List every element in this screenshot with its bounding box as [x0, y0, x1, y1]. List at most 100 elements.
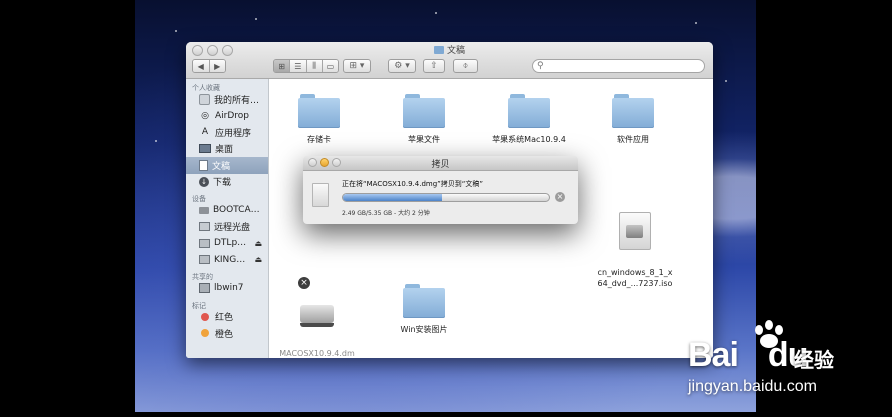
file-name: 软件应用 [617, 135, 649, 144]
folder-icon [403, 92, 445, 128]
sidebar-section-favorites: 个人收藏 [192, 84, 220, 92]
copy-status: 2.49 GB/5.35 GB - 大约 2 分钟 [342, 210, 430, 217]
file-item-mac-system[interactable]: 苹果系统Mac10.9.4 [485, 92, 573, 145]
icon-view-button[interactable]: ⊞ [274, 60, 291, 72]
window-titlebar: 文稿 ◀ ▶ ⊞ ☰ ⫼ ▭ ⊞ ▾ ⚙ ▾ ⇧ ⌽ ⚲ [186, 42, 713, 79]
disk-icon [199, 206, 209, 214]
sidebar-item-label: 橙色 [215, 329, 234, 340]
sidebar-item-tag-red[interactable]: 红色 [186, 309, 268, 326]
usb-drive-icon [199, 238, 210, 248]
back-forward-control: ◀ ▶ [192, 59, 226, 73]
downloads-icon: ↓ [199, 176, 209, 187]
arrange-button[interactable]: ⊞ ▾ [343, 59, 371, 73]
file-item-software[interactable]: 软件应用 [598, 92, 668, 145]
sidebar-item-label: AirDrop [215, 110, 250, 121]
sidebar-item-label: 应用程序 [215, 128, 252, 139]
folder-icon [508, 92, 550, 128]
copy-progress-dialog: 拷贝 正在将“MACOSX10.9.4.dmg”拷贝到“文稿” × 2.49 G… [303, 156, 578, 224]
applications-icon: A [201, 127, 209, 138]
sidebar: 个人收藏 我的所有… ◎ AirDrop A 应用程序 桌面 文稿 ↓ 下载 设备 B… [186, 79, 269, 358]
optical-disk-icon [199, 222, 210, 232]
drive-icon [299, 295, 335, 331]
search-input[interactable]: ⚲ [532, 59, 705, 73]
sidebar-item-label: KING… [214, 254, 246, 265]
progress-bar [342, 193, 550, 202]
forward-button[interactable]: ▶ [209, 60, 225, 72]
eject-icon[interactable]: ⏏ [254, 255, 262, 264]
sidebar-item-label: 我的所有… [214, 95, 260, 106]
file-item-win-images[interactable]: Win安装图片 [387, 282, 461, 335]
cover-flow-button[interactable]: ▭ [322, 60, 338, 72]
file-name: 苹果系统Mac10.9.4 [492, 135, 566, 144]
sidebar-item-applications[interactable]: A 应用程序 [186, 124, 268, 141]
back-button[interactable]: ◀ [193, 60, 210, 72]
file-name: MACOSX10.9.4.dm g [279, 349, 355, 358]
column-view-button[interactable]: ⫼ [306, 60, 323, 72]
disk-image-icon [619, 212, 651, 250]
sidebar-item-downloads[interactable]: ↓ 下载 [186, 174, 268, 191]
sidebar-item-label: 远程光盘 [214, 223, 251, 234]
file-item-apple-files[interactable]: 苹果文件 [389, 92, 459, 145]
sidebar-item-king-drive[interactable]: KING… ⏏ [186, 252, 268, 269]
action-gear-button[interactable]: ⚙ ▾ [388, 59, 416, 73]
view-mode-control: ⊞ ☰ ⫼ ▭ [273, 59, 339, 73]
folder-icon [298, 92, 340, 128]
sidebar-item-label: 桌面 [215, 145, 234, 156]
sidebar-item-tag-orange[interactable]: 橙色 [186, 325, 268, 342]
file-icon [312, 183, 329, 207]
sidebar-item-all-files[interactable]: 我的所有… [186, 91, 268, 108]
share-button[interactable]: ⇧ [423, 59, 445, 73]
watermark-cn: 经验 [794, 348, 834, 372]
sidebar-section-shared: 共享的 [192, 273, 213, 281]
file-item-storage-card[interactable]: 存储卡 [289, 92, 349, 145]
file-name: 存储卡 [307, 135, 331, 144]
stop-copy-icon[interactable]: × [555, 192, 565, 202]
sidebar-item-label: BOOTCA… [213, 205, 260, 216]
copy-message: 正在将“MACOSX10.9.4.dmg”拷贝到“文稿” [342, 180, 484, 188]
sidebar-item-airdrop[interactable]: ◎ AirDrop [186, 108, 268, 125]
all-files-icon [199, 93, 210, 105]
sidebar-item-label: 红色 [215, 313, 234, 324]
folder-icon [433, 46, 444, 54]
airdrop-icon: ◎ [201, 110, 209, 121]
red-tag-icon [199, 311, 211, 322]
sidebar-item-documents[interactable]: 文稿 [186, 157, 268, 174]
file-item-macosx-dmg[interactable]: MACOSX10.9.4.dm g [272, 284, 362, 358]
folder-icon [612, 92, 654, 128]
desktop-icon [199, 144, 211, 154]
documents-icon [199, 159, 208, 171]
sidebar-item-bootcamp[interactable]: BOOTCA… [186, 202, 268, 219]
sidebar-section-devices: 设备 [192, 195, 206, 203]
file-name: cn_windows_8_1_x 64_dvd_...7237.iso [597, 268, 673, 288]
sidebar-item-dtl-drive[interactable]: DTLp… ⏏ [186, 235, 268, 252]
sidebar-item-remote-disc[interactable]: 远程光盘 [186, 219, 268, 236]
orange-tag-icon [199, 328, 211, 339]
window-title-text: 文稿 [446, 46, 465, 56]
sidebar-item-lbwin7[interactable]: lbwin7 [186, 280, 268, 297]
file-name: Win安装图片 [400, 325, 448, 334]
watermark-brand-bai: Bai [688, 336, 739, 374]
watermark-brand: Bai du [688, 336, 808, 375]
usb-drive-icon [199, 255, 210, 265]
window-title: 文稿 [186, 43, 713, 56]
computer-icon [199, 283, 210, 294]
progress-fill [343, 194, 442, 201]
list-view-button[interactable]: ☰ [290, 60, 307, 72]
sidebar-item-label: DTLp… [214, 238, 247, 249]
dialog-titlebar: 拷贝 [303, 156, 578, 171]
eject-icon[interactable]: ⏏ [254, 239, 262, 248]
sidebar-item-label: 文稿 [212, 161, 231, 172]
tag-button[interactable]: ⌽ [453, 59, 478, 73]
sidebar-item-label: lbwin7 [214, 283, 244, 294]
watermark-url: jingyan.baidu.com [688, 378, 817, 395]
file-name: 苹果文件 [408, 135, 440, 144]
sidebar-section-tags: 标记 [192, 301, 206, 310]
sidebar-item-desktop[interactable]: 桌面 [186, 141, 268, 158]
sidebar-item-label: 下载 [213, 178, 232, 189]
search-icon: ⚲ [537, 61, 544, 71]
folder-icon [403, 282, 445, 318]
cancel-copy-badge-icon[interactable]: × [297, 276, 311, 290]
baidu-watermark: Bai du 经验 jingyan.baidu.com [688, 316, 878, 406]
dialog-title: 拷贝 [431, 160, 450, 170]
file-item-windows-iso[interactable]: cn_windows_8_1_x 64_dvd_...7237.iso [590, 201, 680, 300]
